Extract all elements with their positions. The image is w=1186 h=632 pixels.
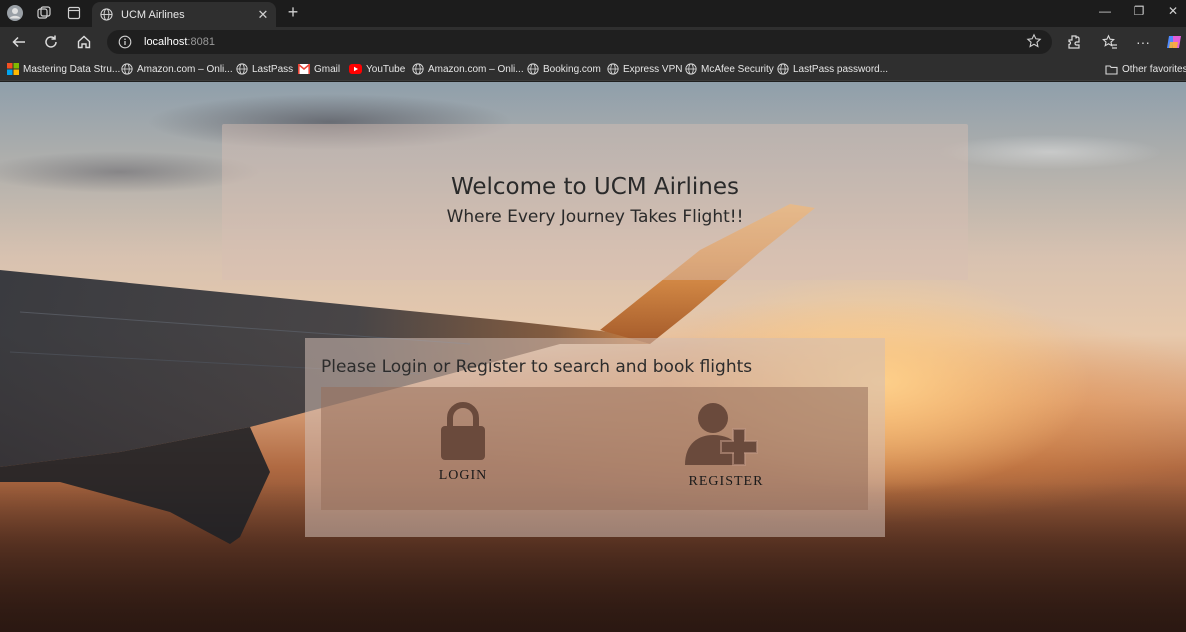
favorites-icon[interactable] <box>1099 31 1121 53</box>
copilot-icon[interactable] <box>1163 31 1185 53</box>
close-tab-icon[interactable]: ✕ <box>254 7 272 23</box>
windows-icon <box>7 63 19 75</box>
bookmark-item[interactable]: Amazon.com – Onli... <box>412 61 524 77</box>
more-menu-icon[interactable]: ··· <box>1132 31 1154 53</box>
register-button[interactable]: REGISTER <box>651 401 801 501</box>
folder-icon <box>1105 64 1118 75</box>
globe-icon <box>527 63 539 75</box>
bookmark-label: McAfee Security <box>701 63 774 75</box>
bookmark-item[interactable]: LastPass password... <box>777 61 888 77</box>
login-button[interactable]: LOGIN <box>388 401 538 501</box>
back-icon[interactable] <box>8 31 30 53</box>
extensions-icon[interactable] <box>1063 31 1085 53</box>
site-info-icon[interactable] <box>118 35 132 49</box>
globe-icon <box>607 63 619 75</box>
restore-icon[interactable]: ❐ <box>1124 4 1154 18</box>
auth-options-panel: LOGIN REGISTER <box>321 387 868 510</box>
bookmark-label: Express VPN <box>623 63 683 75</box>
bookmark-item[interactable]: Booking.com <box>527 61 601 77</box>
other-favorites-label: Other favorites <box>1122 63 1186 75</box>
tab-ucm-airlines[interactable]: UCM Airlines ✕ <box>92 2 276 27</box>
lock-icon <box>441 402 485 460</box>
bookmark-item[interactable]: Gmail <box>298 61 340 77</box>
bookmarks-bar: Mastering Data Stru... Amazon.com – Onli… <box>0 57 1186 81</box>
landing-page: Welcome to UCM Airlines Where Every Jour… <box>0 82 1186 632</box>
tab-actions-icon[interactable] <box>62 1 86 25</box>
bookmark-label: Mastering Data Stru... <box>23 63 121 75</box>
auth-message: Please Login or Register to search and b… <box>321 357 753 377</box>
youtube-icon <box>349 64 362 74</box>
url-port: :8081 <box>187 36 215 48</box>
other-favorites[interactable]: Other favorites <box>1105 61 1186 77</box>
globe-icon <box>685 63 697 75</box>
workspaces-icon[interactable] <box>32 1 56 25</box>
refresh-icon[interactable] <box>40 31 62 53</box>
bookmark-item[interactable]: Express VPN <box>607 61 682 77</box>
globe-icon <box>412 63 424 75</box>
bookmark-item[interactable]: McAfee Security <box>685 61 774 77</box>
bookmark-label: Booking.com <box>543 63 601 75</box>
close-window-icon[interactable]: ✕ <box>1158 4 1186 18</box>
bookmark-label: Gmail <box>314 63 341 75</box>
bookmark-item[interactable]: YouTube <box>349 61 405 77</box>
minimize-icon[interactable]: — <box>1090 4 1120 18</box>
favorite-star-icon[interactable] <box>1026 33 1042 54</box>
gmail-icon <box>298 64 310 74</box>
page-subtitle: Where Every Journey Takes Flight!! <box>446 207 744 227</box>
browser-toolbar: localhost:8081 ··· <box>0 27 1186 57</box>
tab-title: UCM Airlines <box>121 8 185 21</box>
bookmark-label: LastPass <box>252 63 294 75</box>
login-label: LOGIN <box>438 468 488 483</box>
globe-icon <box>777 63 789 75</box>
home-icon[interactable] <box>73 31 95 53</box>
page-title: Welcome to UCM Airlines <box>450 174 740 200</box>
new-tab-icon[interactable]: + <box>283 2 303 23</box>
url-host: localhost <box>144 36 188 48</box>
tab-strip: UCM Airlines ✕ + — ❐ ✕ <box>0 0 1186 27</box>
bookmark-label: LastPass password... <box>793 63 889 75</box>
bookmark-label: Amazon.com – Onli... <box>428 63 524 75</box>
globe-icon <box>100 8 113 21</box>
bookmark-item[interactable]: Amazon.com – Onli... <box>121 61 233 77</box>
globe-icon <box>236 63 248 75</box>
auth-card: Please Login or Register to search and b… <box>305 338 885 537</box>
welcome-banner: Welcome to UCM Airlines Where Every Jour… <box>222 124 968 280</box>
globe-icon <box>121 63 133 75</box>
bookmark-label: YouTube <box>366 63 406 75</box>
add-user-icon <box>685 403 758 466</box>
bookmark-item[interactable]: LastPass <box>236 61 293 77</box>
bookmark-item[interactable]: Mastering Data Stru... <box>7 61 120 77</box>
address-bar[interactable]: localhost:8081 <box>107 30 1052 54</box>
register-label: REGISTER <box>688 474 764 489</box>
bookmark-label: Amazon.com – Onli... <box>137 63 233 75</box>
profile-avatar-icon[interactable] <box>3 1 27 25</box>
